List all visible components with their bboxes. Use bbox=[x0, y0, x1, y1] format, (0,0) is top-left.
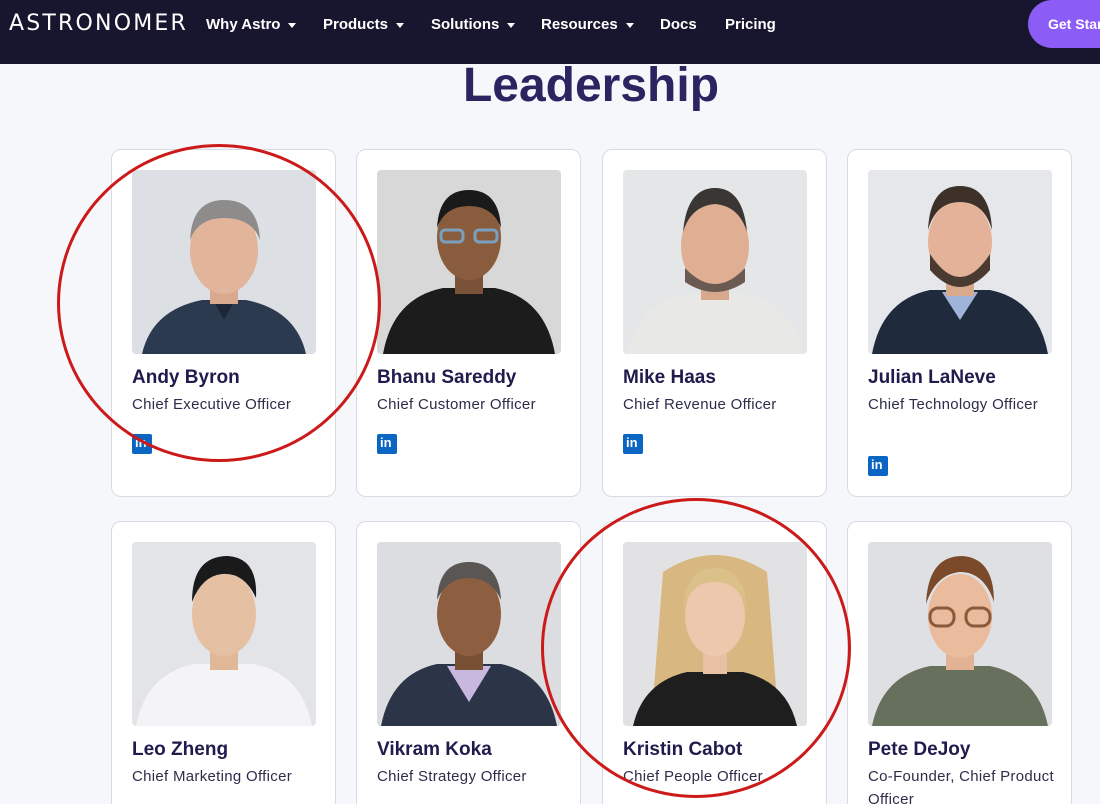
leader-name: Pete DeJoy bbox=[868, 739, 971, 760]
leader-title: Chief People Officer bbox=[623, 768, 763, 785]
leader-name: Andy Byron bbox=[132, 367, 240, 388]
chevron-down-icon bbox=[507, 22, 516, 28]
nav-pricing-label: Pricing bbox=[725, 15, 776, 33]
nav-why-astro[interactable]: Why Astro bbox=[206, 15, 297, 33]
portrait-photo bbox=[132, 170, 316, 354]
chevron-down-icon bbox=[625, 22, 634, 28]
leader-card: Julian LaNeve Chief Technology Officer i… bbox=[847, 149, 1072, 497]
nav-why-astro-label: Why Astro bbox=[206, 15, 281, 33]
linkedin-icon[interactable]: in bbox=[868, 456, 888, 476]
leader-card: Mike Haas Chief Revenue Officer in bbox=[602, 149, 827, 497]
linkedin-icon[interactable]: in bbox=[132, 434, 152, 454]
nav-pricing[interactable]: Pricing bbox=[725, 15, 776, 33]
leader-name: Julian LaNeve bbox=[868, 367, 996, 388]
section-heading: Leadership bbox=[462, 59, 720, 112]
leader-card: Pete DeJoy Co-Founder, Chief Product Off… bbox=[847, 521, 1072, 804]
nav-products[interactable]: Products bbox=[323, 15, 405, 33]
portrait-photo bbox=[623, 170, 807, 354]
leader-name: Vikram Koka bbox=[377, 739, 492, 760]
leader-name: Kristin Cabot bbox=[623, 739, 743, 760]
portrait-photo bbox=[377, 170, 561, 354]
nav-docs-label: Docs bbox=[660, 15, 697, 33]
get-started-button[interactable]: Get Star bbox=[1028, 0, 1100, 48]
nav-resources-label: Resources bbox=[541, 15, 618, 33]
portrait-photo bbox=[868, 170, 1052, 354]
leader-title: Chief Marketing Officer bbox=[132, 768, 293, 785]
nav-products-label: Products bbox=[323, 15, 389, 33]
nav-solutions-label: Solutions bbox=[431, 15, 500, 33]
leader-title: Chief Technology Officer bbox=[868, 396, 1039, 413]
chevron-down-icon bbox=[396, 22, 405, 28]
leader-card: Leo Zheng Chief Marketing Officer bbox=[111, 521, 336, 804]
linkedin-icon[interactable]: in bbox=[623, 434, 643, 454]
nav-resources[interactable]: Resources bbox=[541, 15, 634, 33]
portrait-photo bbox=[623, 542, 807, 726]
nav-solutions[interactable]: Solutions bbox=[431, 15, 516, 33]
leader-card: Andy Byron Chief Executive Officer in bbox=[111, 149, 336, 497]
leader-card: Vikram Koka Chief Strategy Officer bbox=[356, 521, 581, 804]
nav-docs[interactable]: Docs bbox=[660, 15, 697, 33]
leader-name: Mike Haas bbox=[623, 367, 716, 388]
leader-card: Bhanu Sareddy Chief Customer Officer in bbox=[356, 149, 581, 497]
astronomer-logo[interactable]: ASTRONOMER bbox=[9, 11, 188, 36]
leader-title: Chief Strategy Officer bbox=[377, 768, 527, 785]
portrait-photo bbox=[132, 542, 316, 726]
leader-title: Chief Executive Officer bbox=[132, 396, 292, 413]
leader-card: Kristin Cabot Chief People Officer bbox=[602, 521, 827, 804]
portrait-photo bbox=[868, 542, 1052, 726]
top-navigation: ASTRONOMER Why Astro Products Solutions … bbox=[0, 0, 1100, 64]
leader-name: Leo Zheng bbox=[132, 739, 229, 760]
leader-title: Chief Revenue Officer bbox=[623, 396, 777, 413]
leader-name: Bhanu Sareddy bbox=[377, 367, 517, 388]
leader-title: Chief Customer Officer bbox=[377, 396, 536, 413]
chevron-down-icon bbox=[288, 22, 297, 28]
linkedin-icon[interactable]: in bbox=[377, 434, 397, 454]
portrait-photo bbox=[377, 542, 561, 726]
leader-title: Co-Founder, Chief Product Officer bbox=[868, 768, 1054, 804]
